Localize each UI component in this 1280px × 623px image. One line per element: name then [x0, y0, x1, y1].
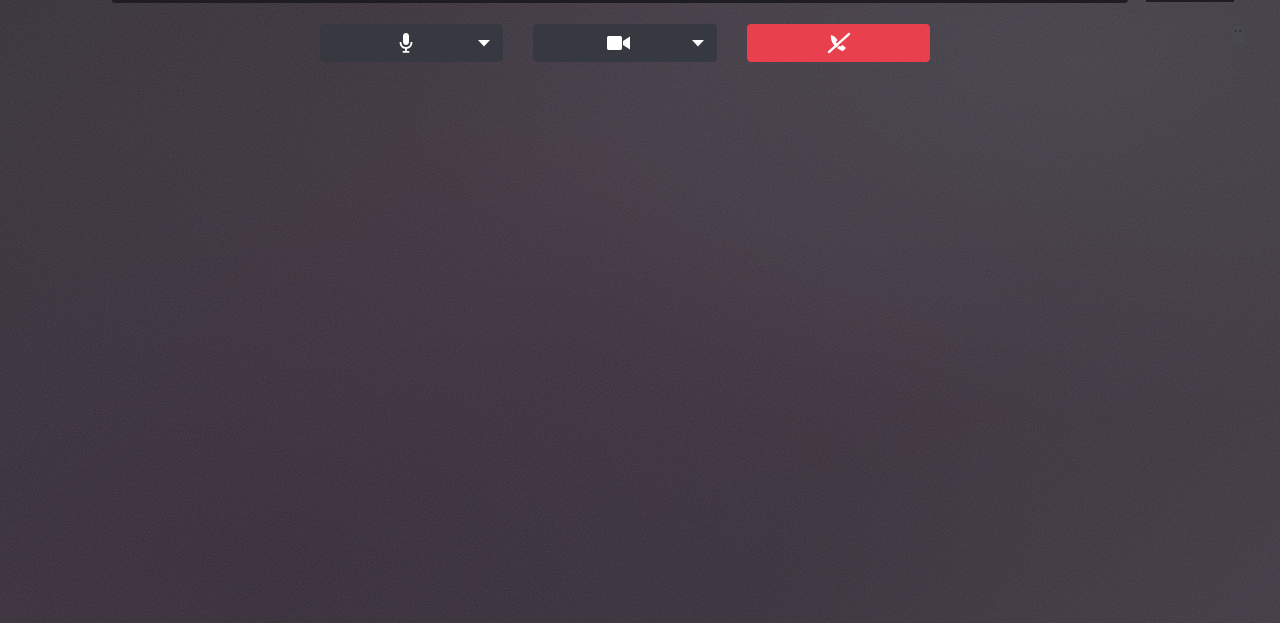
user-avatar-icon[interactable] [1227, 23, 1249, 45]
video-call-view [0, 0, 1280, 623]
microphone-options-caret-icon[interactable] [477, 36, 491, 50]
top-edge-bar [112, 0, 1128, 3]
hangup-button[interactable] [747, 24, 930, 62]
camera-button[interactable] [533, 24, 717, 62]
phone-hangup-icon [826, 31, 852, 55]
video-camera-icon [607, 35, 631, 51]
call-controls [0, 24, 1280, 62]
top-edge-bar-right [1146, 0, 1234, 2]
camera-options-caret-icon[interactable] [691, 36, 705, 50]
microphone-button[interactable] [320, 24, 503, 62]
video-noise-texture [0, 0, 1280, 623]
microphone-icon [399, 33, 413, 53]
